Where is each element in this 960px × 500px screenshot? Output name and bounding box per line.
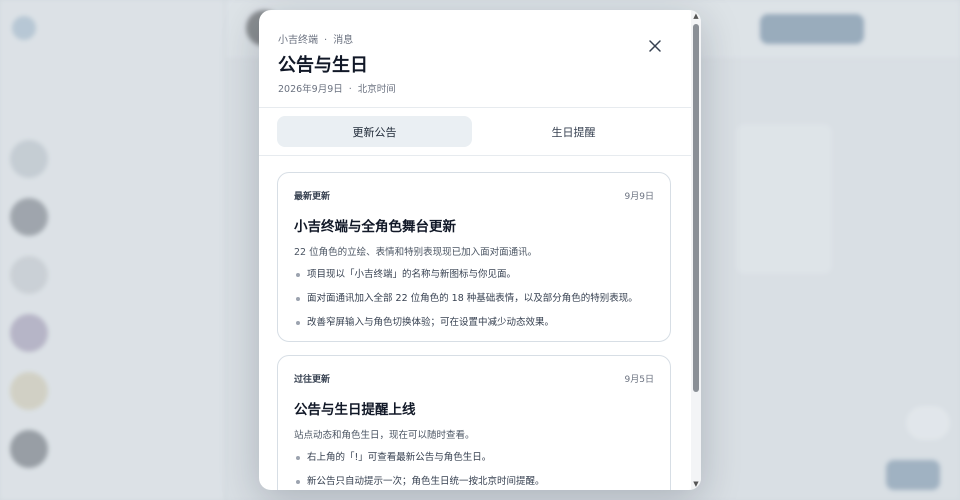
- modal-tabs: 更新公告 生日提醒: [259, 108, 701, 156]
- modal-timezone: 北京时间: [357, 84, 396, 95]
- date-separator: ·: [348, 84, 352, 95]
- announcement-items: 项目现以「小吉终端」的名称与新图标与你见面。 面对面通讯加入全部 22 位角色的…: [294, 267, 654, 339]
- tab-announcements[interactable]: 更新公告: [277, 116, 472, 147]
- scrollbar-thumb[interactable]: [693, 24, 699, 392]
- announcement-items: 右上角的「!」可查看最新公告与角色生日。 新公告只自动提示一次；角色生日统一按北…: [294, 450, 654, 490]
- announcement-date: 9月9日: [624, 192, 654, 202]
- announcement-title: 小吉终端与全角色舞台更新: [294, 219, 456, 235]
- announcement-tag: 过往更新: [294, 375, 331, 385]
- announcement-description: 站点动态和角色生日，现在可以随时查看。: [294, 430, 475, 441]
- announcement-tag: 最新更新: [294, 192, 331, 202]
- modal-breadcrumb: 小吉终端 · 消息: [278, 31, 353, 46]
- announcement-modal: 小吉终端 · 消息 公告与生日 2026年9月9日 · 北京时间 更新公告 生日提醒 最…: [259, 10, 701, 490]
- announcement-item: 右上角的「!」可查看最新公告与角色生日。: [294, 450, 654, 474]
- scroll-up-arrow-icon[interactable]: ▲: [692, 12, 700, 20]
- announcement-list[interactable]: 最新更新 9月9日 小吉终端与全角色舞台更新 22 位角色的立绘、表情和特别表现…: [259, 157, 691, 490]
- close-icon: [649, 40, 661, 52]
- modal-date: 2026年9月9日: [278, 84, 343, 95]
- breadcrumb-separator: ·: [324, 35, 328, 46]
- announcement-date: 9月5日: [624, 375, 654, 385]
- tab-birthdays[interactable]: 生日提醒: [476, 116, 671, 147]
- modal-title: 公告与生日: [278, 55, 368, 76]
- modal-date-line: 2026年9月9日 · 北京时间: [278, 81, 396, 95]
- announcement-item: 项目现以「小吉终端」的名称与新图标与你见面。: [294, 267, 654, 291]
- announcement-item: 新公告只自动提示一次；角色生日统一按北京时间提醒。: [294, 474, 654, 490]
- breadcrumb-app: 小吉终端: [278, 35, 318, 46]
- announcement-card: 最新更新 9月9日 小吉终端与全角色舞台更新 22 位角色的立绘、表情和特别表现…: [277, 172, 671, 342]
- announcement-title: 公告与生日提醒上线: [294, 402, 416, 418]
- scroll-down-arrow-icon[interactable]: ▼: [692, 480, 700, 488]
- announcement-item: 面对面通讯加入全部 22 位角色的 18 种基础表情，以及部分角色的特别表现。: [294, 291, 654, 315]
- modal-scrollbar[interactable]: ▲ ▼: [691, 10, 701, 490]
- announcement-card: 过往更新 9月5日 公告与生日提醒上线 站点动态和角色生日，现在可以随时查看。 …: [277, 355, 671, 490]
- close-button[interactable]: [643, 34, 667, 58]
- breadcrumb-section: 消息: [333, 35, 354, 46]
- modal-header: 小吉终端 · 消息 公告与生日 2026年9月9日 · 北京时间: [259, 10, 701, 108]
- announcement-description: 22 位角色的立绘、表情和特别表现现已加入面对面通讯。: [294, 247, 538, 258]
- announcement-item: 改善窄屏输入与角色切换体验；可在设置中减少动态效果。: [294, 315, 654, 339]
